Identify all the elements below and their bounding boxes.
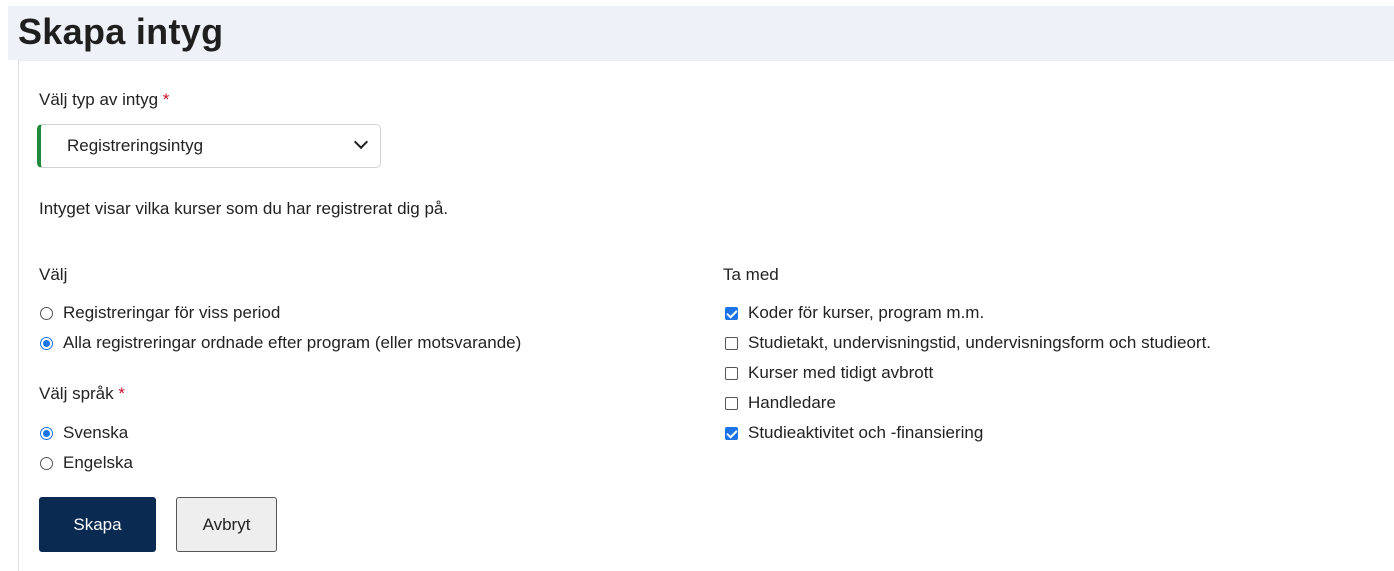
cancel-button[interactable]: Avbryt bbox=[176, 497, 277, 552]
certificate-description: Intyget visar vilka kurser som du har re… bbox=[39, 199, 449, 218]
checkbox[interactable] bbox=[725, 396, 738, 410]
include-label: Ta med bbox=[723, 265, 779, 284]
checkbox-checked[interactable] bbox=[725, 306, 738, 320]
radio-button[interactable] bbox=[40, 306, 53, 320]
checkbox-checked[interactable] bbox=[725, 426, 738, 440]
certificate-type-select[interactable]: Registreringsintyg bbox=[37, 124, 381, 168]
create-button[interactable]: Skapa bbox=[39, 497, 156, 552]
choose-option-label: Alla registreringar ordnade efter progra… bbox=[63, 333, 522, 352]
include-option-study-pace[interactable]: Studietakt, undervisningstid, undervisni… bbox=[725, 331, 1211, 355]
include-option-early-dropout[interactable]: Kurser med tidigt avbrott bbox=[725, 361, 933, 385]
radio-button[interactable] bbox=[40, 456, 53, 470]
language-option-label: Engelska bbox=[63, 453, 133, 472]
include-option-study-activity[interactable]: Studieaktivitet och -finansiering bbox=[725, 421, 983, 445]
required-mark: * bbox=[118, 384, 125, 403]
chevron-down-icon bbox=[353, 134, 369, 150]
choose-label: Välj bbox=[39, 265, 68, 284]
choose-option-period[interactable]: Registreringar för viss period bbox=[40, 301, 280, 325]
language-option-swedish[interactable]: Svenska bbox=[40, 421, 128, 445]
checkbox[interactable] bbox=[725, 366, 738, 380]
language-label: Välj språk * bbox=[39, 383, 125, 405]
required-mark: * bbox=[162, 90, 170, 109]
checkbox[interactable] bbox=[725, 336, 738, 350]
certificate-type-selected-value: Registreringsintyg bbox=[67, 136, 204, 155]
include-option-label: Handledare bbox=[748, 393, 836, 412]
choose-option-all-by-program[interactable]: Alla registreringar ordnade efter progra… bbox=[40, 331, 521, 355]
radio-button-checked[interactable] bbox=[40, 426, 53, 440]
choose-option-label: Registreringar för viss period bbox=[63, 303, 281, 322]
language-option-english[interactable]: Engelska bbox=[40, 451, 133, 475]
radio-button-checked[interactable] bbox=[40, 336, 53, 350]
page: Skapa intyg Välj typ av intyg * Registre… bbox=[0, 0, 1394, 571]
include-option-label: Studieaktivitet och -finansiering bbox=[748, 423, 984, 442]
include-option-label: Koder för kurser, program m.m. bbox=[748, 303, 985, 322]
include-option-label: Kurser med tidigt avbrott bbox=[748, 363, 934, 382]
include-option-label: Studietakt, undervisningstid, undervisni… bbox=[748, 333, 1212, 352]
include-option-supervisor[interactable]: Handledare bbox=[725, 391, 836, 415]
language-option-label: Svenska bbox=[63, 423, 129, 442]
certificate-type-label: Välj typ av intyg * bbox=[39, 89, 169, 111]
page-title: Skapa intyg bbox=[18, 11, 224, 52]
certificate-type-label-text: Välj typ av intyg bbox=[39, 90, 159, 109]
language-label-text: Välj språk bbox=[39, 384, 114, 403]
include-option-codes[interactable]: Koder för kurser, program m.m. bbox=[725, 301, 984, 325]
